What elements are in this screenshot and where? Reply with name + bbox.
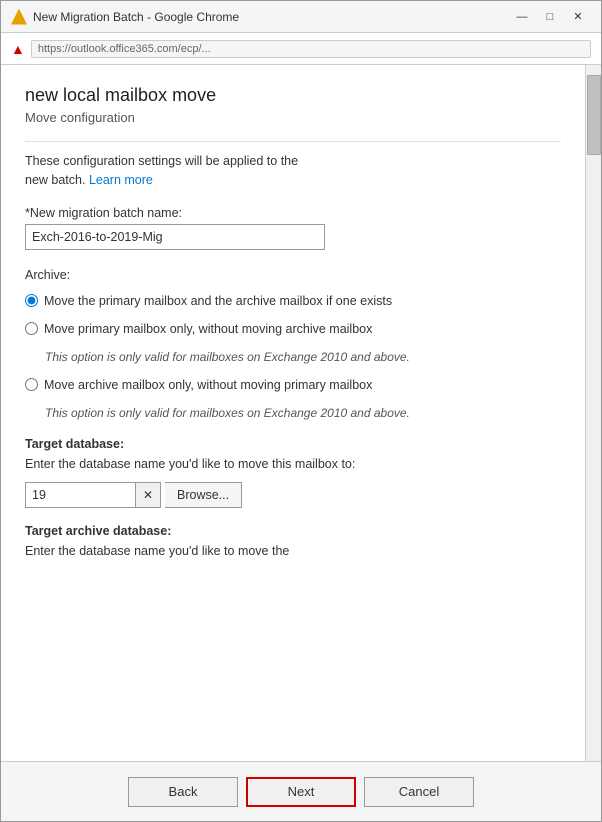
archive-note-2: This option is only valid for mailboxes … bbox=[45, 349, 561, 366]
content-area: new local mailbox move Move configuratio… bbox=[1, 65, 601, 761]
window-controls: — □ ✕ bbox=[509, 7, 591, 27]
warning-icon: ▲ bbox=[11, 41, 25, 57]
page-subtitle: Move configuration bbox=[25, 110, 561, 125]
back-button[interactable]: Back bbox=[128, 777, 238, 807]
target-db-clear-button[interactable]: ✕ bbox=[135, 482, 161, 508]
address-bar: ▲ https://outlook.office365.com/ecp/... bbox=[1, 33, 601, 65]
minimize-button[interactable]: — bbox=[509, 7, 535, 27]
target-db-browse-button[interactable]: Browse... bbox=[165, 482, 242, 508]
description-line2: new batch. bbox=[25, 173, 85, 187]
target-db-description: Enter the database name you'd like to mo… bbox=[25, 455, 561, 474]
archive-label: Archive: bbox=[25, 268, 561, 282]
description-line1: These configuration settings will be app… bbox=[25, 154, 298, 168]
learn-more-link[interactable]: Learn more bbox=[89, 173, 153, 187]
window-title: New Migration Batch - Google Chrome bbox=[33, 10, 239, 24]
target-db-label: Target database: bbox=[25, 437, 561, 451]
archive-option-2: Move primary mailbox only, without movin… bbox=[25, 320, 561, 339]
archive-label-3[interactable]: Move archive mailbox only, without movin… bbox=[44, 376, 372, 395]
main-content: new local mailbox move Move configuratio… bbox=[1, 65, 585, 761]
archive-note-3: This option is only valid for mailboxes … bbox=[45, 405, 561, 422]
title-bar-left: New Migration Batch - Google Chrome bbox=[11, 9, 239, 25]
archive-option-1: Move the primary mailbox and the archive… bbox=[25, 292, 561, 311]
batch-name-label: *New migration batch name: bbox=[25, 206, 561, 220]
archive-option-3: Move archive mailbox only, without movin… bbox=[25, 376, 561, 395]
cancel-button[interactable]: Cancel bbox=[364, 777, 474, 807]
target-db-input[interactable] bbox=[25, 482, 135, 508]
url-bar[interactable]: https://outlook.office365.com/ecp/... bbox=[31, 40, 591, 58]
footer: Back Next Cancel bbox=[1, 761, 601, 821]
description: These configuration settings will be app… bbox=[25, 152, 561, 190]
archive-label-1[interactable]: Move the primary mailbox and the archive… bbox=[44, 292, 392, 311]
page-title: new local mailbox move bbox=[25, 85, 561, 106]
app-icon bbox=[11, 9, 27, 25]
archive-radio-1[interactable] bbox=[25, 294, 38, 307]
divider bbox=[25, 141, 561, 142]
target-db-input-row: ✕ Browse... bbox=[25, 482, 561, 508]
maximize-button[interactable]: □ bbox=[537, 7, 563, 27]
target-archive-description: Enter the database name you'd like to mo… bbox=[25, 542, 561, 561]
archive-radio-2[interactable] bbox=[25, 322, 38, 335]
main-window: New Migration Batch - Google Chrome — □ … bbox=[0, 0, 602, 822]
archive-radio-3[interactable] bbox=[25, 378, 38, 391]
batch-name-input[interactable] bbox=[25, 224, 325, 250]
target-archive-label: Target archive database: bbox=[25, 524, 561, 538]
scrollbar-track[interactable] bbox=[585, 65, 601, 761]
archive-label-2[interactable]: Move primary mailbox only, without movin… bbox=[44, 320, 372, 339]
close-button[interactable]: ✕ bbox=[565, 7, 591, 27]
next-button[interactable]: Next bbox=[246, 777, 356, 807]
title-bar: New Migration Batch - Google Chrome — □ … bbox=[1, 1, 601, 33]
scrollbar-thumb[interactable] bbox=[587, 75, 601, 155]
